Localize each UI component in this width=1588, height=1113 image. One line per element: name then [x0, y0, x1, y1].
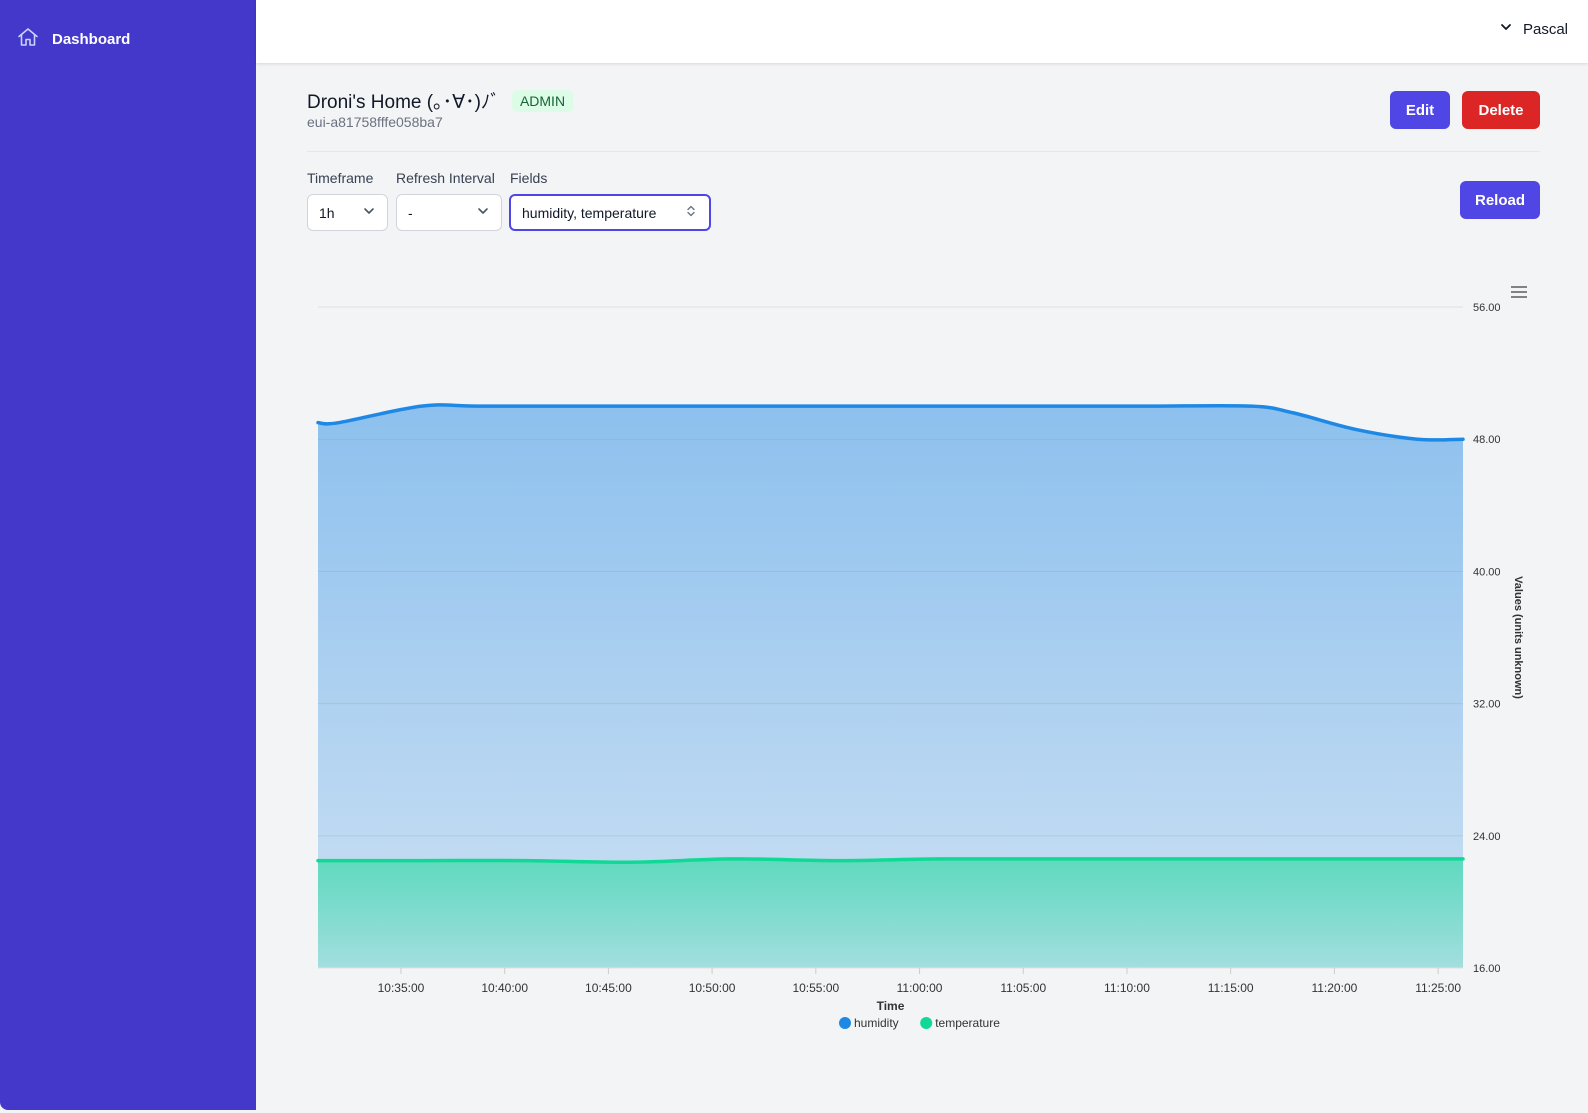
legend-marker-humidity — [839, 1017, 851, 1029]
x-axis-label: Time — [877, 999, 905, 1013]
sidebar-item-label: Dashboard — [52, 30, 131, 48]
sidebar-item-dashboard[interactable]: Dashboard — [16, 26, 130, 52]
divider — [307, 151, 1540, 152]
y-tick-label: 56.00 — [1473, 302, 1501, 314]
x-tick-label: 10:45:00 — [585, 981, 632, 995]
top-bar: Pascal — [256, 0, 1588, 63]
time-series-chart: 16.00 24.00 32.00 40.00 48.00 56.00 10:35:00 10… — [300, 275, 1550, 1055]
x-tick-label: 10:40:00 — [481, 981, 528, 995]
x-tick-label: 11:20:00 — [1311, 981, 1357, 995]
x-tick-label: 11:00:00 — [897, 981, 943, 995]
x-tick-label: 10:50:00 — [689, 981, 736, 995]
device-title: Droni's Home (｡･∀･)ﾉﾞ — [307, 92, 500, 113]
fields-label: Fields — [510, 170, 548, 186]
x-tick-label: 11:15:00 — [1208, 981, 1254, 995]
refresh-interval-value: - — [408, 204, 413, 221]
legend-label-temperature: temperature — [935, 1016, 1000, 1030]
device-id: eui-a81758fffe058ba7 — [307, 114, 443, 130]
refresh-interval-label: Refresh Interval — [396, 170, 495, 186]
edit-button[interactable]: Edit — [1390, 91, 1450, 129]
y-tick-label: 24.00 — [1473, 831, 1501, 843]
x-tick-label: 11:25:00 — [1415, 981, 1461, 995]
y-tick-label: 48.00 — [1473, 434, 1501, 446]
chevron-down-icon — [1499, 20, 1513, 38]
sidebar: Dashboard — [0, 0, 256, 1110]
y-tick-label: 16.00 — [1473, 963, 1501, 975]
timeframe-label: Timeframe — [307, 170, 374, 186]
timeframe-select[interactable]: 1h — [307, 194, 388, 231]
reload-button[interactable]: Reload — [1460, 181, 1540, 219]
chevron-down-icon — [476, 204, 490, 221]
user-name: Pascal — [1522, 20, 1568, 38]
x-tick-label: 10:55:00 — [792, 981, 839, 995]
legend-label-humidity: humidity — [854, 1016, 899, 1030]
chevron-down-icon — [362, 204, 376, 221]
refresh-interval-select[interactable]: - — [396, 194, 502, 231]
x-tick-label: 11:05:00 — [1000, 981, 1046, 995]
y-axis-label: Values (units unknown) — [1512, 576, 1524, 699]
legend-marker-temperature — [920, 1017, 933, 1029]
y-tick-label: 32.00 — [1473, 699, 1501, 711]
home-icon — [16, 25, 40, 53]
timeframe-value: 1h — [319, 204, 335, 221]
x-tick-label: 11:10:00 — [1104, 981, 1150, 995]
fields-select[interactable]: humidity, temperature — [509, 194, 711, 231]
x-tick-label: 10:35:00 — [378, 981, 425, 995]
delete-button[interactable]: Delete — [1462, 91, 1540, 129]
chart-svg: 16.00 24.00 32.00 40.00 48.00 56.00 10:35:00 10… — [316, 302, 1524, 1030]
chevron-up-down-icon — [684, 204, 698, 221]
role-badge: ADMIN — [511, 89, 574, 112]
user-menu[interactable]: Pascal — [1499, 20, 1568, 38]
fields-value: humidity, temperature — [522, 204, 657, 221]
series-area-temperature — [318, 858, 1463, 968]
y-tick-label: 40.00 — [1473, 566, 1501, 578]
page-title: Droni's Home (｡･∀･)ﾉﾞ ADMIN — [307, 87, 574, 114]
